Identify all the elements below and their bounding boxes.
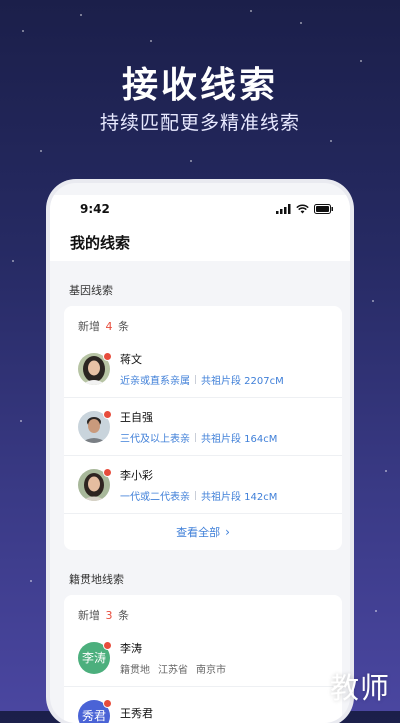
gene-clue-row-1[interactable]: 蒋文 近亲或直系亲属 共祖片段 2207cM (64, 340, 342, 398)
new-prefix: 新增 (78, 609, 100, 622)
origin-city: 南京市 (196, 661, 226, 676)
view-all-button[interactable]: 查看全部 › (64, 514, 342, 550)
clue-segment: 共祖片段 164cM (201, 430, 277, 445)
unread-dot (103, 352, 112, 361)
unread-dot (103, 468, 112, 477)
phone-mockup: 9:42 我的线索 基因线索 新增 4 条 (50, 183, 350, 723)
clue-relation: 近亲或直系亲属 (120, 372, 190, 387)
gene-clue-row-2[interactable]: 王自强 三代及以上表亲 共祖片段 164cM (64, 398, 342, 456)
wifi-icon (296, 204, 309, 214)
new-count-number: 3 (106, 609, 113, 622)
unread-dot (103, 641, 112, 650)
clue-segment: 共祖片段 142cM (201, 488, 277, 503)
unread-dot (103, 410, 112, 419)
status-time: 9:42 (80, 202, 110, 216)
clue-name: 李涛 (120, 640, 234, 656)
gene-clues-card: 新增 4 条 蒋文 近亲或直系亲属 (64, 306, 342, 550)
new-suffix: 条 (118, 320, 129, 333)
clue-relation: 三代及以上表亲 (120, 430, 190, 445)
view-all-label: 查看全部 (176, 524, 220, 540)
gene-clue-row-3[interactable]: 李小彩 一代或二代表亲 共祖片段 142cM (64, 456, 342, 514)
new-count-number: 4 (106, 320, 113, 333)
clue-name: 王秀君 (120, 705, 153, 721)
watermark-text: 教师 (330, 665, 390, 707)
clue-name: 蒋文 (120, 351, 284, 367)
new-suffix: 条 (118, 609, 129, 622)
promo-subline: 持续匹配更多精准线索 (0, 108, 400, 135)
new-prefix: 新增 (78, 320, 100, 333)
origin-clue-row-2[interactable]: 秀君 王秀君 (64, 687, 342, 723)
origin-section-title: 籍贯地线索 (50, 550, 350, 589)
clue-name: 王自强 (120, 409, 277, 425)
origin-new-count: 新增 3 条 (64, 595, 342, 629)
clue-name: 李小彩 (120, 467, 277, 483)
status-bar: 9:42 (50, 195, 350, 223)
origin-label: 籍贯地 (120, 661, 150, 676)
origin-province: 江苏省 (158, 661, 188, 676)
promo-headline: 接收线索 (0, 56, 400, 108)
chevron-right-icon: › (225, 525, 230, 539)
signal-icon (276, 204, 291, 214)
gene-new-count: 新增 4 条 (64, 306, 342, 340)
page-title: 我的线索 (50, 223, 350, 261)
clue-relation: 一代或二代表亲 (120, 488, 190, 503)
battery-icon (314, 204, 334, 214)
clue-segment: 共祖片段 2207cM (201, 372, 284, 387)
gene-section-title: 基因线索 (50, 261, 350, 300)
unread-dot (103, 699, 112, 708)
origin-clue-row-1[interactable]: 李涛 李涛 籍贯地 江苏省 南京市 (64, 629, 342, 687)
origin-clues-card: 新增 3 条 李涛 李涛 籍贯地 江苏省 南京市 秀君 (64, 595, 342, 723)
